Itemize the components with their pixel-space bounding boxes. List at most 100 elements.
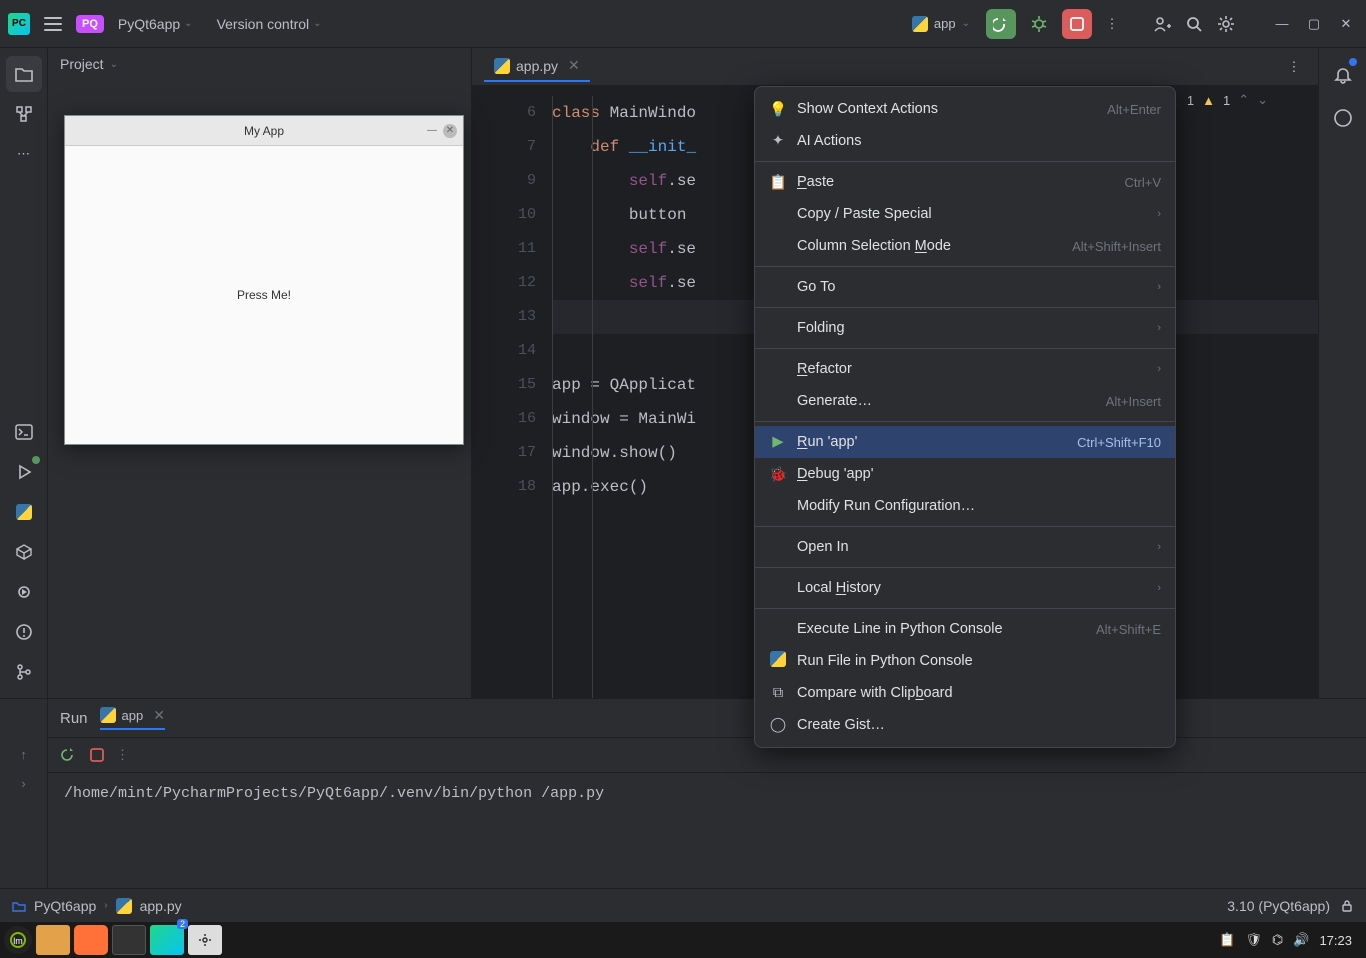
editor-more-button[interactable]: ⋮ — [1282, 55, 1306, 79]
press-me-button[interactable]: Press Me! — [233, 285, 295, 305]
code-with-me-icon[interactable] — [1150, 12, 1174, 36]
more-actions-button[interactable]: ⋮ — [1100, 12, 1124, 36]
tray-shield-icon[interactable]: 🛡 — [1245, 932, 1262, 948]
lock-icon[interactable] — [1340, 899, 1354, 913]
chevron-right-icon: › — [1157, 322, 1161, 334]
breadcrumb-root[interactable]: PyQt6app — [34, 898, 96, 914]
expand-button[interactable]: › — [21, 776, 25, 791]
cm-folding[interactable]: Folding › — [755, 312, 1175, 344]
bug-icon: 🐞 — [769, 466, 787, 483]
structure-tool-button[interactable] — [6, 96, 42, 132]
firefox-app-button[interactable] — [74, 925, 108, 955]
cm-open-in[interactable]: Open In › — [755, 531, 1175, 563]
os-taskbar: lm 2 📋 🛡 ⌬ 🔊 17:23 — [0, 922, 1366, 958]
cm-debug-app[interactable]: 🐞 Debug 'app' — [755, 458, 1175, 490]
qt-app-window[interactable]: My App — ✕ Press Me! — [64, 115, 464, 445]
project-selector[interactable]: PyQt6app ⌄ — [110, 12, 201, 36]
cm-local-history[interactable]: Local History › — [755, 572, 1175, 604]
python-console-button[interactable] — [6, 494, 42, 530]
pycharm-taskbar-button[interactable]: 2 — [150, 925, 184, 955]
right-toolbar — [1318, 48, 1366, 698]
navbar: PyQt6app › app.py 3.10 (PyQt6app) — [0, 888, 1366, 922]
vcs-label: Version control — [217, 16, 310, 32]
settings-app-button[interactable] — [188, 925, 222, 955]
project-badge: PQ — [76, 15, 104, 33]
run-tab-app[interactable]: app ✕ — [100, 707, 165, 730]
editor-tab-app[interactable]: app.py ✕ — [484, 51, 590, 82]
cm-run-file-console[interactable]: Run File in Python Console — [755, 645, 1175, 677]
window-close-button[interactable]: ✕ — [1334, 12, 1358, 36]
github-icon: ◯ — [769, 717, 787, 733]
python-packages-button[interactable] — [6, 534, 42, 570]
run-config-selector[interactable]: app ⌄ — [904, 12, 978, 36]
qt-minimize-button[interactable]: — — [425, 124, 439, 138]
qt-titlebar[interactable]: My App — ✕ — [65, 116, 463, 146]
cm-execute-line[interactable]: Execute Line in Python Console Alt+Shift… — [755, 613, 1175, 645]
output-text: /home/mint/PycharmProjects/PyQt6app/.ven… — [64, 785, 604, 802]
tray-volume-icon[interactable]: 🔊 — [1293, 932, 1309, 948]
cm-show-context-actions[interactable]: 💡 Show Context Actions Alt+Enter — [755, 93, 1175, 125]
cm-paste[interactable]: 📋 Paste Ctrl+V — [755, 166, 1175, 198]
folder-icon — [12, 900, 26, 912]
stop-button[interactable] — [1062, 9, 1092, 39]
inspection-widget[interactable]: ▲1 ▲1 ⌃ ⌄ — [1166, 92, 1268, 108]
chevron-right-icon: › — [104, 900, 107, 911]
taskbar-clock[interactable]: 17:23 — [1319, 933, 1352, 948]
run-more-button[interactable]: ⋮ — [116, 747, 129, 763]
svg-text:lm: lm — [13, 936, 23, 946]
git-tool-button[interactable] — [6, 654, 42, 690]
more-tools-button[interactable]: ⋯ — [6, 136, 42, 172]
files-app-button[interactable] — [36, 925, 70, 955]
services-tool-button[interactable] — [6, 574, 42, 610]
cm-go-to[interactable]: Go To › — [755, 271, 1175, 303]
warning-count: 1 — [1187, 93, 1194, 108]
run-tab-label: Run — [60, 710, 88, 727]
cm-modify-run-config[interactable]: Modify Run Configuration… — [755, 490, 1175, 522]
play-icon: ▶ — [769, 434, 787, 450]
next-highlight-button[interactable]: ⌄ — [1257, 92, 1268, 108]
cm-run-app[interactable]: ▶ Run 'app' Ctrl+Shift+F10 — [755, 426, 1175, 458]
tray-network-icon[interactable]: ⌬ — [1272, 932, 1283, 948]
run-left-nav: ↑ › — [0, 699, 48, 888]
terminal-app-button[interactable] — [112, 925, 146, 955]
cm-column-selection[interactable]: Column Selection Mode Alt+Shift+Insert — [755, 230, 1175, 262]
cm-create-gist[interactable]: ◯ Create Gist… — [755, 709, 1175, 741]
window-minimize-button[interactable]: — — [1270, 12, 1294, 36]
project-panel-header[interactable]: Project ⌄ — [48, 48, 471, 80]
settings-button[interactable] — [1214, 12, 1238, 36]
close-run-tab-button[interactable]: ✕ — [153, 707, 165, 724]
cm-copy-paste-special[interactable]: Copy / Paste Special › — [755, 198, 1175, 230]
start-menu-button[interactable]: lm — [4, 926, 32, 954]
tray-clipboard-icon[interactable]: 📋 — [1219, 932, 1235, 948]
qt-close-button[interactable]: ✕ — [443, 124, 457, 138]
run-output[interactable]: /home/mint/PycharmProjects/PyQt6app/.ven… — [48, 773, 1366, 814]
python-icon — [100, 707, 116, 723]
scroll-up-button[interactable]: ↑ — [20, 747, 27, 762]
python-icon — [912, 16, 928, 32]
problems-tool-button[interactable] — [6, 614, 42, 650]
stop-process-button[interactable] — [90, 748, 104, 762]
terminal-tool-button[interactable] — [6, 414, 42, 450]
main-menu-button[interactable] — [44, 17, 62, 31]
debug-button[interactable] — [1024, 9, 1054, 39]
cm-ai-actions[interactable]: ✦ AI Actions — [755, 125, 1175, 157]
project-tool-button[interactable] — [6, 56, 42, 92]
chevron-down-icon: ⌄ — [110, 59, 118, 70]
interpreter-label[interactable]: 3.10 (PyQt6app) — [1227, 898, 1330, 914]
ai-assistant-button[interactable] — [1325, 100, 1361, 136]
run-button[interactable] — [986, 9, 1016, 39]
cm-refactor[interactable]: Refactor › — [755, 353, 1175, 385]
cm-generate[interactable]: Generate… Alt+Insert — [755, 385, 1175, 417]
prev-highlight-button[interactable]: ⌃ — [1238, 92, 1249, 108]
breadcrumb-file[interactable]: app.py — [140, 898, 182, 914]
cm-compare-clipboard[interactable]: ⧉ Compare with Clipboard — [755, 677, 1175, 709]
run-tool-button[interactable] — [6, 454, 42, 490]
ai-icon: ✦ — [769, 133, 787, 149]
window-maximize-button[interactable]: ▢ — [1302, 12, 1326, 36]
search-everywhere-button[interactable] — [1182, 12, 1206, 36]
close-tab-button[interactable]: ✕ — [568, 57, 580, 74]
version-control-menu[interactable]: Version control ⌄ — [209, 12, 330, 36]
python-icon — [116, 898, 132, 914]
rerun-button[interactable] — [60, 746, 78, 764]
notifications-button[interactable] — [1325, 56, 1361, 92]
